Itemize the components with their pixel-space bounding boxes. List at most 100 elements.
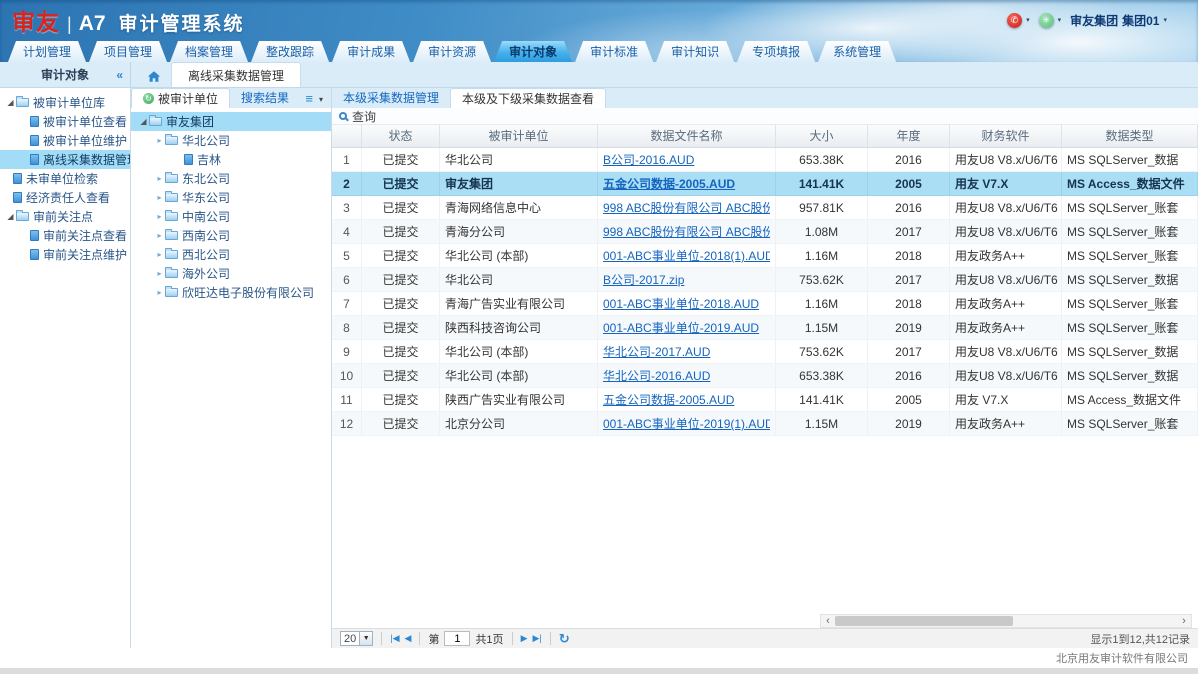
- sidebar-item-eco-responsible-view[interactable]: 经济责任人查看: [0, 188, 130, 207]
- list-menu-icon[interactable]: ≡: [303, 91, 315, 108]
- column-header-6[interactable]: 财务软件: [950, 125, 1062, 147]
- org-node-southwest[interactable]: ▸西南公司: [131, 226, 331, 245]
- nav-tab-plan-mgmt[interactable]: 计划管理: [8, 41, 86, 62]
- nav-tab-audit-resources[interactable]: 审计资源: [413, 41, 491, 62]
- phone-icon[interactable]: ✆: [1007, 13, 1022, 28]
- org-node-north-china[interactable]: ▸华北公司: [131, 131, 331, 150]
- column-header-2[interactable]: 被审计单位: [440, 125, 598, 147]
- org-node-group[interactable]: ◢审友集团: [131, 112, 331, 131]
- data-file-link[interactable]: 001-ABC事业单位-2019(1).AUD: [603, 412, 770, 436]
- tab-local-data-mgmt[interactable]: 本级采集数据管理: [332, 88, 450, 108]
- table-row[interactable]: 1已提交华北公司B公司-2016.AUD653.38K2016用友U8 V8.x…: [332, 148, 1198, 172]
- collapsed-arrow-icon[interactable]: ▸: [154, 193, 165, 202]
- scrollbar-thumb[interactable]: [835, 616, 1013, 626]
- tab-local-and-sub-data-view[interactable]: 本级及下级采集数据查看: [450, 88, 606, 108]
- table-row[interactable]: 6已提交华北公司B公司-2017.zip753.62K2017用友U8 V8.x…: [332, 268, 1198, 292]
- org-node-xinwangda[interactable]: ▸欣旺达电子股份有限公司: [131, 283, 331, 302]
- nav-tab-audit-knowledge[interactable]: 审计知识: [656, 41, 734, 62]
- scrollbar-track[interactable]: [835, 615, 1177, 627]
- data-file-link[interactable]: 001-ABC事业单位-2019.AUD: [603, 316, 770, 340]
- expanded-arrow-icon[interactable]: ◢: [5, 212, 16, 221]
- data-file-link[interactable]: 998 ABC股份有限公司 ABC股份有限公司: [603, 196, 770, 220]
- tab-audited-units[interactable]: ↻ 被审计单位: [131, 88, 230, 108]
- scroll-right-icon[interactable]: ›: [1177, 615, 1191, 627]
- query-button[interactable]: 查询: [352, 108, 376, 125]
- collapse-sidebar-icon[interactable]: «: [116, 68, 123, 82]
- data-file-link[interactable]: B公司-2016.AUD: [603, 148, 770, 172]
- collapsed-arrow-icon[interactable]: ▸: [154, 136, 165, 145]
- org-node-northeast[interactable]: ▸东北公司: [131, 169, 331, 188]
- home-icon[interactable]: [147, 70, 161, 83]
- data-file-link[interactable]: 五金公司数据-2005.AUD: [603, 172, 770, 196]
- page-number-input[interactable]: [444, 631, 470, 646]
- table-row[interactable]: 12已提交北京分公司001-ABC事业单位-2019(1).AUD1.15M20…: [332, 412, 1198, 436]
- data-file-link[interactable]: 华北公司-2016.AUD: [603, 364, 770, 388]
- table-row[interactable]: 7已提交青海广告实业有限公司001-ABC事业单位-2018.AUD1.16M2…: [332, 292, 1198, 316]
- collapsed-arrow-icon[interactable]: ▸: [154, 250, 165, 259]
- table-row[interactable]: 2已提交审友集团五金公司数据-2005.AUD141.41K2005用友 V7.…: [332, 172, 1198, 196]
- collapsed-arrow-icon[interactable]: ▸: [154, 174, 165, 183]
- horizontal-scrollbar[interactable]: ‹ ›: [820, 614, 1192, 628]
- scroll-left-icon[interactable]: ‹: [821, 615, 835, 627]
- collapsed-arrow-icon[interactable]: ▸: [154, 212, 165, 221]
- table-row[interactable]: 3已提交青海网络信息中心998 ABC股份有限公司 ABC股份有限公司957.8…: [332, 196, 1198, 220]
- sidebar-item-focus-maintain[interactable]: 审前关注点维护: [0, 245, 130, 264]
- chevron-down-icon[interactable]: ▾: [1163, 16, 1167, 24]
- sidebar-item-unit-view[interactable]: 被审计单位查看: [0, 112, 130, 131]
- data-file-link[interactable]: 五金公司数据-2005.AUD: [603, 388, 770, 412]
- org-node-overseas[interactable]: ▸海外公司: [131, 264, 331, 283]
- table-row[interactable]: 11已提交陕西广告实业有限公司五金公司数据-2005.AUD141.41K200…: [332, 388, 1198, 412]
- tab-search-results[interactable]: 搜索结果: [230, 88, 300, 108]
- chevron-down-icon[interactable]: ▾: [1026, 16, 1030, 24]
- sidebar-item-focus-view[interactable]: 审前关注点查看: [0, 226, 130, 245]
- sidebar-item-pre-audit-focus[interactable]: ◢审前关注点: [0, 207, 130, 226]
- org-node-northwest[interactable]: ▸西北公司: [131, 245, 331, 264]
- nav-tab-special-report[interactable]: 专项填报: [737, 41, 815, 62]
- user-account[interactable]: 集团01: [1122, 12, 1159, 29]
- nav-tab-audit-objects[interactable]: 审计对象: [494, 41, 572, 62]
- nav-tab-project-mgmt[interactable]: 项目管理: [89, 41, 167, 62]
- sidebar-item-unit-library[interactable]: ◢被审计单位库: [0, 93, 130, 112]
- first-page-button[interactable]: |◀: [390, 633, 399, 644]
- collapsed-arrow-icon[interactable]: ▸: [154, 269, 165, 278]
- table-row[interactable]: 5已提交华北公司 (本部)001-ABC事业单位-2018(1).AUD1.16…: [332, 244, 1198, 268]
- org-node-central-south[interactable]: ▸中南公司: [131, 207, 331, 226]
- table-row[interactable]: 10已提交华北公司 (本部)华北公司-2016.AUD653.38K2016用友…: [332, 364, 1198, 388]
- sidebar-item-unit-maintain[interactable]: 被审计单位维护: [0, 131, 130, 150]
- next-page-button[interactable]: ▶: [521, 633, 528, 644]
- collapsed-arrow-icon[interactable]: ▸: [154, 231, 165, 240]
- nav-tab-rectify-track[interactable]: 整改跟踪: [251, 41, 329, 62]
- data-file-link[interactable]: 001-ABC事业单位-2018.AUD: [603, 292, 770, 316]
- breadcrumb-tab[interactable]: 离线采集数据管理: [171, 62, 301, 87]
- refresh-icon[interactable]: ↻: [559, 631, 570, 647]
- last-page-button[interactable]: ▶|: [532, 633, 541, 644]
- data-file-link[interactable]: B公司-2017.zip: [603, 268, 770, 292]
- expanded-arrow-icon[interactable]: ◢: [138, 117, 149, 126]
- table-row[interactable]: 9已提交华北公司 (本部)华北公司-2017.AUD753.62K2017用友U…: [332, 340, 1198, 364]
- chevron-down-icon[interactable]: ▾: [1058, 16, 1062, 24]
- page-size-select[interactable]: 20 ▼: [340, 631, 373, 646]
- column-header-5[interactable]: 年度: [868, 125, 950, 147]
- data-file-link[interactable]: 华北公司-2017.AUD: [603, 340, 770, 364]
- column-header-3[interactable]: 数据文件名称: [598, 125, 776, 147]
- chevron-down-icon[interactable]: ▾: [315, 95, 331, 108]
- nav-tab-archive-mgmt[interactable]: 档案管理: [170, 41, 248, 62]
- collapse-header-icon[interactable]: «: [1174, 48, 1190, 56]
- sidebar-item-unaudited-search[interactable]: 未审单位检索: [0, 169, 130, 188]
- data-file-link[interactable]: 998 ABC股份有限公司 ABC股份有限公司: [603, 220, 770, 244]
- expanded-arrow-icon[interactable]: ◢: [5, 98, 16, 107]
- org-node-jilin[interactable]: 吉林: [131, 150, 331, 169]
- column-header-7[interactable]: 数据类型: [1062, 125, 1198, 147]
- data-file-link[interactable]: 001-ABC事业单位-2018(1).AUD: [603, 244, 770, 268]
- org-node-east-china[interactable]: ▸华东公司: [131, 188, 331, 207]
- table-row[interactable]: 8已提交陕西科技咨询公司001-ABC事业单位-2019.AUD1.15M201…: [332, 316, 1198, 340]
- sidebar-item-offline-data-mgmt[interactable]: 离线采集数据管理: [0, 150, 130, 169]
- prev-page-button[interactable]: ◀: [405, 633, 412, 644]
- column-header-4[interactable]: 大小: [776, 125, 868, 147]
- nav-tab-system-mgmt[interactable]: 系统管理: [818, 41, 896, 62]
- nav-tab-audit-results[interactable]: 审计成果: [332, 41, 410, 62]
- collapsed-arrow-icon[interactable]: ▸: [154, 288, 165, 297]
- nav-tab-audit-standards[interactable]: 审计标准: [575, 41, 653, 62]
- table-row[interactable]: 4已提交青海分公司998 ABC股份有限公司 ABC股份有限公司1.08M201…: [332, 220, 1198, 244]
- column-header-1[interactable]: 状态: [362, 125, 440, 147]
